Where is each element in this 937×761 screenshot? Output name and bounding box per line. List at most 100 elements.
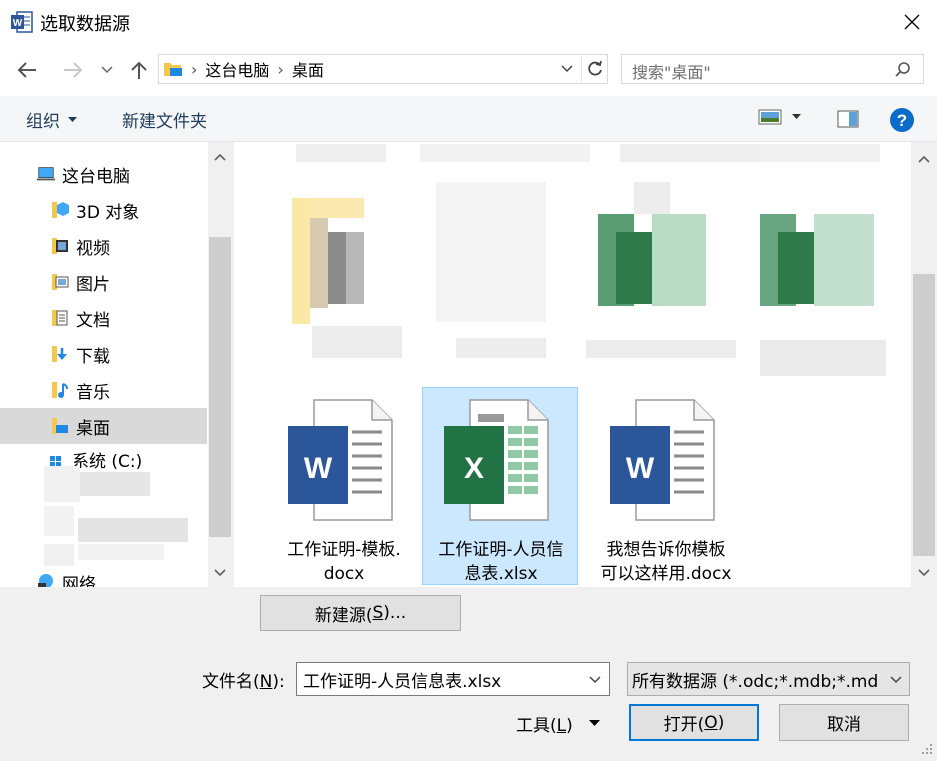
refresh-button[interactable]: [581, 56, 608, 82]
sidebar-item-videos[interactable]: 视频: [0, 228, 207, 264]
view-icon: [758, 109, 782, 125]
music-folder-icon: [50, 380, 70, 400]
sidebar-item-downloads[interactable]: 下载: [0, 336, 207, 372]
back-button[interactable]: [12, 56, 42, 84]
refresh-icon: [588, 60, 602, 76]
videos-folder-icon: [50, 236, 70, 256]
chevron-down-icon: [561, 65, 573, 73]
scroll-up-icon[interactable]: [209, 146, 231, 168]
search-input[interactable]: 搜索"桌面": [621, 54, 924, 84]
sidebar-scrollbar[interactable]: [208, 142, 232, 587]
organize-label: 组织: [26, 112, 60, 132]
chevron-down-icon[interactable]: [890, 676, 902, 684]
resize-grip-icon[interactable]: [920, 742, 934, 756]
cancel-button[interactable]: 取消: [779, 704, 909, 741]
svg-text:W: W: [13, 18, 23, 29]
sidebar-item-label: 桌面: [76, 418, 110, 439]
preview-pane-button[interactable]: [834, 106, 862, 132]
chevron-down-icon[interactable]: [589, 676, 601, 684]
file-item-word-usage[interactable]: W 我想告诉你模板 可以这样用.docx: [588, 388, 744, 586]
chevron-down-icon: [101, 66, 113, 74]
redacted-region: [44, 460, 194, 570]
file-list: W 工作证明-模板. docx X 工作证明-人员信 息表.xlsx W 我想告…: [234, 142, 911, 587]
sidebar-item-label: 网络: [62, 575, 96, 587]
preview-pane-icon: [837, 110, 859, 128]
breadcrumb-current[interactable]: 桌面: [292, 57, 324, 81]
excel-document-icon: X: [444, 399, 549, 521]
redacted-region: [290, 142, 890, 382]
computer-icon: [36, 164, 56, 184]
recent-locations-button[interactable]: [98, 58, 116, 82]
sidebar-item-network[interactable]: 网络: [0, 570, 207, 587]
file-name-label: 工作证明-模板. docx: [287, 540, 401, 584]
file-item-excel-selected[interactable]: X 工作证明-人员信 息表.xlsx: [422, 387, 578, 585]
close-button[interactable]: [892, 6, 932, 38]
caret-down-icon: [68, 116, 77, 122]
sidebar-item-music[interactable]: 音乐: [0, 372, 207, 408]
file-list-scroll-thumb[interactable]: [913, 274, 935, 556]
word-document-icon: W: [288, 399, 393, 521]
svg-text:W: W: [626, 452, 655, 485]
scroll-up-icon[interactable]: [913, 148, 935, 170]
network-icon: [36, 570, 56, 587]
navigation-pane: 这台电脑 3D 对象 视频 图片 文档 下载 音乐 桌面 系统 (C:) 网络: [0, 142, 232, 587]
forward-button[interactable]: [58, 56, 88, 84]
up-arrow-icon: [131, 61, 147, 79]
dialog-title: 选取数据源: [40, 14, 130, 35]
filename-input[interactable]: 工作证明-人员信息表.xlsx: [296, 662, 610, 696]
sidebar-item-desktop[interactable]: 桌面: [0, 408, 207, 444]
sidebar-item-label: 这台电脑: [62, 166, 130, 187]
breadcrumb-root[interactable]: 这台电脑: [205, 57, 269, 81]
search-placeholder: 搜索"桌面": [632, 63, 711, 82]
3d-objects-folder-icon: [50, 200, 70, 220]
sidebar-item-pictures[interactable]: 图片: [0, 264, 207, 300]
caret-down-icon: [588, 720, 600, 726]
file-name-label: 工作证明-人员信 息表.xlsx: [438, 540, 564, 584]
new-source-button[interactable]: 新建源(S)...: [260, 595, 461, 631]
word-app-icon: W: [10, 10, 34, 34]
sidebar-item-3d-objects[interactable]: 3D 对象: [0, 192, 207, 228]
desktop-folder-icon: [164, 63, 182, 76]
desktop-folder-icon: [50, 416, 70, 436]
new-folder-button[interactable]: 新建文件夹: [122, 107, 207, 132]
file-list-scrollbar[interactable]: [911, 142, 937, 587]
caret-down-icon: [792, 114, 801, 119]
up-button[interactable]: [126, 56, 152, 84]
downloads-folder-icon: [50, 344, 70, 364]
svg-text:?: ?: [897, 111, 907, 130]
sidebar-item-label: 视频: [76, 238, 110, 259]
address-dropdown-button[interactable]: [555, 57, 579, 81]
back-arrow-icon: [17, 62, 36, 78]
tools-menu[interactable]: 工具(L): [516, 711, 600, 736]
open-button[interactable]: 打开(O): [629, 704, 759, 741]
sidebar-item-documents[interactable]: 文档: [0, 300, 207, 336]
address-bar[interactable]: › 这台电脑 › 桌面: [158, 54, 608, 84]
organize-menu[interactable]: 组织: [26, 107, 77, 132]
breadcrumb-separator-icon: ›: [191, 59, 198, 79]
documents-folder-icon: [50, 308, 70, 328]
sidebar-item-this-pc[interactable]: 这台电脑: [0, 156, 207, 192]
title-bar: [0, 0, 937, 44]
sidebar-item-label: 3D 对象: [76, 202, 140, 223]
filetype-value: 所有数据源 (*.odc;*.mdb;*.md: [632, 671, 879, 692]
scroll-down-icon[interactable]: [913, 562, 935, 584]
sidebar-item-label: 文档: [76, 310, 110, 331]
view-options-button[interactable]: [758, 108, 801, 126]
forward-arrow-icon: [64, 62, 83, 78]
scroll-down-icon[interactable]: [209, 562, 231, 584]
sidebar-item-label: 图片: [76, 274, 110, 295]
file-item-word-template[interactable]: W 工作证明-模板. docx: [266, 388, 422, 586]
filename-label: 文件名(N):: [202, 672, 285, 692]
help-button[interactable]: ?: [888, 106, 916, 134]
filetype-select[interactable]: 所有数据源 (*.odc;*.mdb;*.md: [627, 662, 910, 696]
pictures-folder-icon: [50, 272, 70, 292]
file-name-label: 我想告诉你模板 可以这样用.docx: [600, 540, 732, 584]
help-icon: ?: [890, 108, 914, 132]
search-icon[interactable]: [894, 61, 912, 79]
sidebar-scroll-thumb[interactable]: [209, 237, 231, 537]
breadcrumb-separator-icon: ›: [277, 59, 284, 79]
svg-text:X: X: [464, 452, 484, 485]
svg-text:W: W: [304, 452, 333, 485]
close-icon: [904, 14, 920, 30]
sidebar-item-label: 下载: [76, 346, 110, 367]
